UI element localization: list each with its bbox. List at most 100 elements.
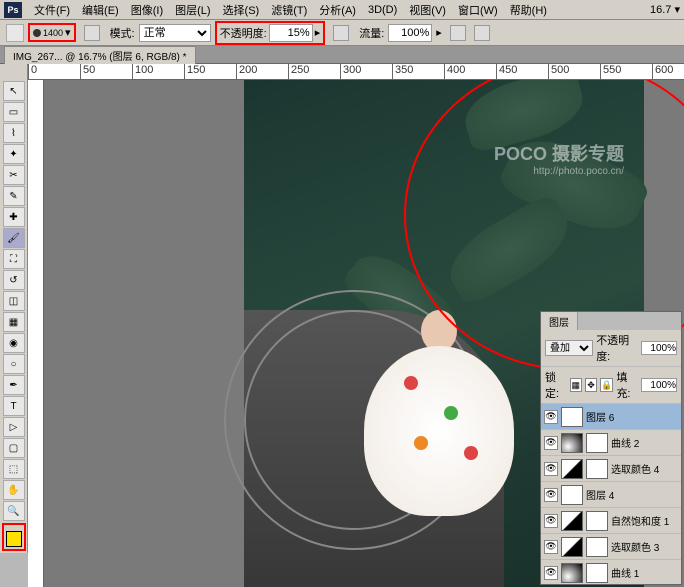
pen-tool[interactable]: ✒ <box>3 375 25 395</box>
layer-thumb[interactable] <box>561 485 583 505</box>
layer-row[interactable]: 👁 曲线 1 <box>541 560 681 584</box>
lasso-tool[interactable]: ⌇ <box>3 123 25 143</box>
layer-row[interactable]: 👁 选取颜色 4 <box>541 456 681 482</box>
pressure-size-icon[interactable] <box>474 25 490 41</box>
layer-name[interactable]: 自然饱和度 1 <box>611 513 678 528</box>
opacity-input[interactable] <box>269 24 313 42</box>
lock-label: 锁定: <box>545 369 567 401</box>
layer-mask[interactable] <box>586 537 608 557</box>
layers-panel: 图层 叠加 不透明度: 锁定: ▦ ✥ 🔒 填充: 👁图层 6👁曲线 2👁选取颜… <box>540 311 682 585</box>
layer-row[interactable]: 👁 图层 4 <box>541 482 681 508</box>
layer-blend-select[interactable]: 叠加 <box>545 340 593 356</box>
layer-mask[interactable] <box>586 563 608 583</box>
wand-tool[interactable]: ✦ <box>3 144 25 164</box>
layer-name[interactable]: 图层 4 <box>586 487 678 502</box>
eraser-tool[interactable]: ◫ <box>3 291 25 311</box>
visibility-icon[interactable]: 👁 <box>544 514 558 528</box>
visibility-icon[interactable]: 👁 <box>544 566 558 580</box>
toolbox: ↖ ▭ ⌇ ✦ ✂ ✎ ✚ 🖌 ⛶ ↺ ◫ ▦ ◉ ○ ✒ T ▷ ▢ ⬚ ✋ … <box>0 64 28 553</box>
layer-thumb[interactable] <box>561 459 583 479</box>
layer-mask[interactable] <box>586 459 608 479</box>
chevron-down-icon: ▸ <box>315 26 321 39</box>
fill-label: 填充: <box>616 369 638 401</box>
layer-name[interactable]: 选取颜色 3 <box>611 539 678 554</box>
layer-row[interactable]: 👁 自然饱和度 1 <box>541 508 681 534</box>
brush-preset-picker[interactable]: 1400 ▾ <box>28 23 76 42</box>
flow-input[interactable] <box>388 24 432 42</box>
shape-tool[interactable]: ▢ <box>3 438 25 458</box>
menu-help[interactable]: 帮助(H) <box>504 2 553 18</box>
visibility-icon[interactable]: 👁 <box>544 410 558 424</box>
pressure-opacity-icon[interactable] <box>333 25 349 41</box>
visibility-icon[interactable]: 👁 <box>544 462 558 476</box>
visibility-icon[interactable]: 👁 <box>544 540 558 554</box>
type-tool[interactable]: T <box>3 396 25 416</box>
layer-name[interactable]: 选取颜色 4 <box>611 461 678 476</box>
mode-label: 模式: <box>110 25 135 41</box>
layer-row[interactable]: 👁 曲线 2 <box>541 430 681 456</box>
brush-tool[interactable]: 🖌 <box>3 228 25 248</box>
layer-thumb[interactable] <box>561 563 583 583</box>
zoom-display[interactable]: 16.7 ▾ <box>650 3 680 16</box>
layer-name[interactable]: 图层 6 <box>586 409 678 424</box>
layer-row[interactable]: 👁 图层 6 <box>541 404 681 430</box>
blend-mode-select[interactable]: 正常 <box>139 24 211 42</box>
layer-opacity-input[interactable] <box>641 341 677 355</box>
layers-tab[interactable]: 图层 <box>541 312 578 330</box>
layer-mask[interactable] <box>586 511 608 531</box>
brush-panel-icon[interactable] <box>84 25 100 41</box>
lock-position-icon[interactable]: ✥ <box>585 378 597 392</box>
move-tool[interactable]: ↖ <box>3 81 25 101</box>
app-logo: Ps <box>4 2 22 18</box>
menu-view[interactable]: 视图(V) <box>403 2 452 18</box>
document-tab-bar: IMG_267... @ 16.7% (图层 6, RGB/8) * <box>0 46 684 64</box>
menu-select[interactable]: 选择(S) <box>217 2 266 18</box>
layer-row[interactable]: 👁 选取颜色 3 <box>541 534 681 560</box>
3d-tool[interactable]: ⬚ <box>3 459 25 479</box>
layer-mask[interactable] <box>586 433 608 453</box>
visibility-icon[interactable]: 👁 <box>544 436 558 450</box>
subject-person <box>364 310 514 530</box>
document-tab[interactable]: IMG_267... @ 16.7% (图层 6, RGB/8) * <box>4 46 196 64</box>
color-swatch-highlight <box>2 523 26 551</box>
layer-thumb[interactable] <box>561 407 583 427</box>
eyedropper-tool[interactable]: ✎ <box>3 186 25 206</box>
airbrush-icon[interactable] <box>450 25 466 41</box>
ruler-horizontal: 050100150200250300350400450500550600 <box>28 64 684 80</box>
gradient-tool[interactable]: ▦ <box>3 312 25 332</box>
menu-image[interactable]: 图像(I) <box>125 2 169 18</box>
menu-edit[interactable]: 编辑(E) <box>76 2 125 18</box>
opacity-control[interactable]: 不透明度: ▸ <box>215 21 326 45</box>
menu-bar: Ps 文件(F) 编辑(E) 图像(I) 图层(L) 选择(S) 滤镜(T) 分… <box>0 0 684 20</box>
layer-name[interactable]: 曲线 1 <box>611 565 678 580</box>
menu-file[interactable]: 文件(F) <box>28 2 76 18</box>
foreground-color[interactable] <box>6 531 22 547</box>
menu-layer[interactable]: 图层(L) <box>169 2 216 18</box>
history-brush-tool[interactable]: ↺ <box>3 270 25 290</box>
brush-tool-icon[interactable] <box>6 24 24 42</box>
menu-analysis[interactable]: 分析(A) <box>313 2 362 18</box>
watermark: POCO 摄影专题 http://photo.poco.cn/ <box>494 140 624 177</box>
layer-thumb[interactable] <box>561 537 583 557</box>
menu-window[interactable]: 窗口(W) <box>452 2 504 18</box>
path-tool[interactable]: ▷ <box>3 417 25 437</box>
options-bar: 1400 ▾ 模式: 正常 不透明度: ▸ 流量: ▸ <box>0 20 684 46</box>
lock-all-icon[interactable]: 🔒 <box>600 378 613 392</box>
marquee-tool[interactable]: ▭ <box>3 102 25 122</box>
fill-input[interactable] <box>641 378 677 392</box>
hand-tool[interactable]: ✋ <box>3 480 25 500</box>
blur-tool[interactable]: ◉ <box>3 333 25 353</box>
visibility-icon[interactable]: 👁 <box>544 488 558 502</box>
stamp-tool[interactable]: ⛶ <box>3 249 25 269</box>
layer-thumb[interactable] <box>561 511 583 531</box>
crop-tool[interactable]: ✂ <box>3 165 25 185</box>
lock-pixels-icon[interactable]: ▦ <box>570 378 582 392</box>
menu-3d[interactable]: 3D(D) <box>362 4 403 16</box>
layer-thumb[interactable] <box>561 433 583 453</box>
layer-name[interactable]: 曲线 2 <box>611 435 678 450</box>
heal-tool[interactable]: ✚ <box>3 207 25 227</box>
zoom-tool[interactable]: 🔍 <box>3 501 25 521</box>
brush-size-value: 1400 <box>43 28 63 38</box>
menu-filter[interactable]: 滤镜(T) <box>265 2 313 18</box>
dodge-tool[interactable]: ○ <box>3 354 25 374</box>
